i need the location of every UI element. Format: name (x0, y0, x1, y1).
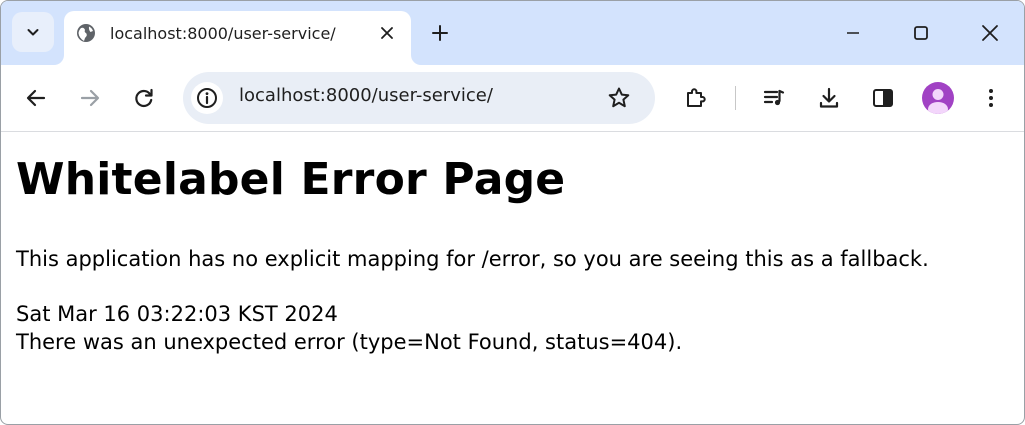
download-icon (819, 87, 839, 108)
kebab-menu-icon (989, 89, 993, 107)
new-tab-button[interactable] (427, 20, 453, 46)
downloads-button[interactable] (813, 82, 845, 114)
star-icon (608, 87, 630, 108)
media-controls-button[interactable] (758, 82, 790, 114)
profile-avatar[interactable] (922, 82, 954, 114)
address-bar[interactable]: localhost:8000/user-service/ (183, 72, 655, 124)
url-text[interactable]: localhost:8000/user-service/ (239, 85, 493, 106)
avatar-icon (928, 89, 948, 114)
side-panel-icon (873, 89, 893, 107)
reload-icon (135, 88, 153, 108)
globe-icon (77, 24, 95, 42)
toolbar-separator (735, 86, 736, 110)
tab-search-button[interactable] (12, 12, 54, 52)
info-icon (197, 88, 217, 108)
error-details: There was an unexpected error (type=Not … (16, 330, 683, 354)
puzzle-icon (687, 88, 706, 107)
tab-title: localhost:8000/user-service/ (110, 24, 336, 43)
side-panel-button[interactable] (867, 82, 899, 114)
close-window-button[interactable] (977, 20, 1003, 46)
maximize-button[interactable] (908, 20, 934, 46)
minimize-button[interactable] (840, 20, 866, 46)
page-title: Whitelabel Error Page (16, 154, 566, 205)
chrome-menu-button[interactable] (975, 82, 1007, 114)
plus-icon (432, 25, 448, 41)
forward-arrow-icon (80, 89, 100, 107)
reload-button[interactable] (128, 82, 160, 114)
error-message: This application has no explicit mapping… (16, 247, 929, 271)
maximize-icon (914, 26, 928, 40)
back-button[interactable] (20, 82, 52, 114)
close-tab-button[interactable] (376, 22, 398, 44)
minimize-icon (847, 32, 859, 34)
forward-button[interactable] (74, 82, 106, 114)
navigation-toolbar: localhost:8000/user-service/ (1, 65, 1024, 131)
close-icon (982, 25, 998, 41)
active-tab[interactable]: localhost:8000/user-service/ (64, 11, 411, 65)
error-timestamp: Sat Mar 16 03:22:03 KST 2024 (16, 302, 338, 326)
page-content: Whitelabel Error Page This application h… (16, 132, 1014, 356)
tab-strip: localhost:8000/user-service/ (1, 1, 1024, 65)
close-icon (381, 27, 393, 39)
chevron-down-icon (27, 29, 39, 36)
site-info-button[interactable] (191, 82, 223, 114)
back-arrow-icon (26, 89, 46, 107)
browser-window: localhost:8000/user-service/ localhost:8… (0, 0, 1025, 425)
media-queue-icon (763, 89, 785, 106)
bookmark-button[interactable] (603, 82, 635, 114)
extensions-button[interactable] (679, 82, 711, 114)
